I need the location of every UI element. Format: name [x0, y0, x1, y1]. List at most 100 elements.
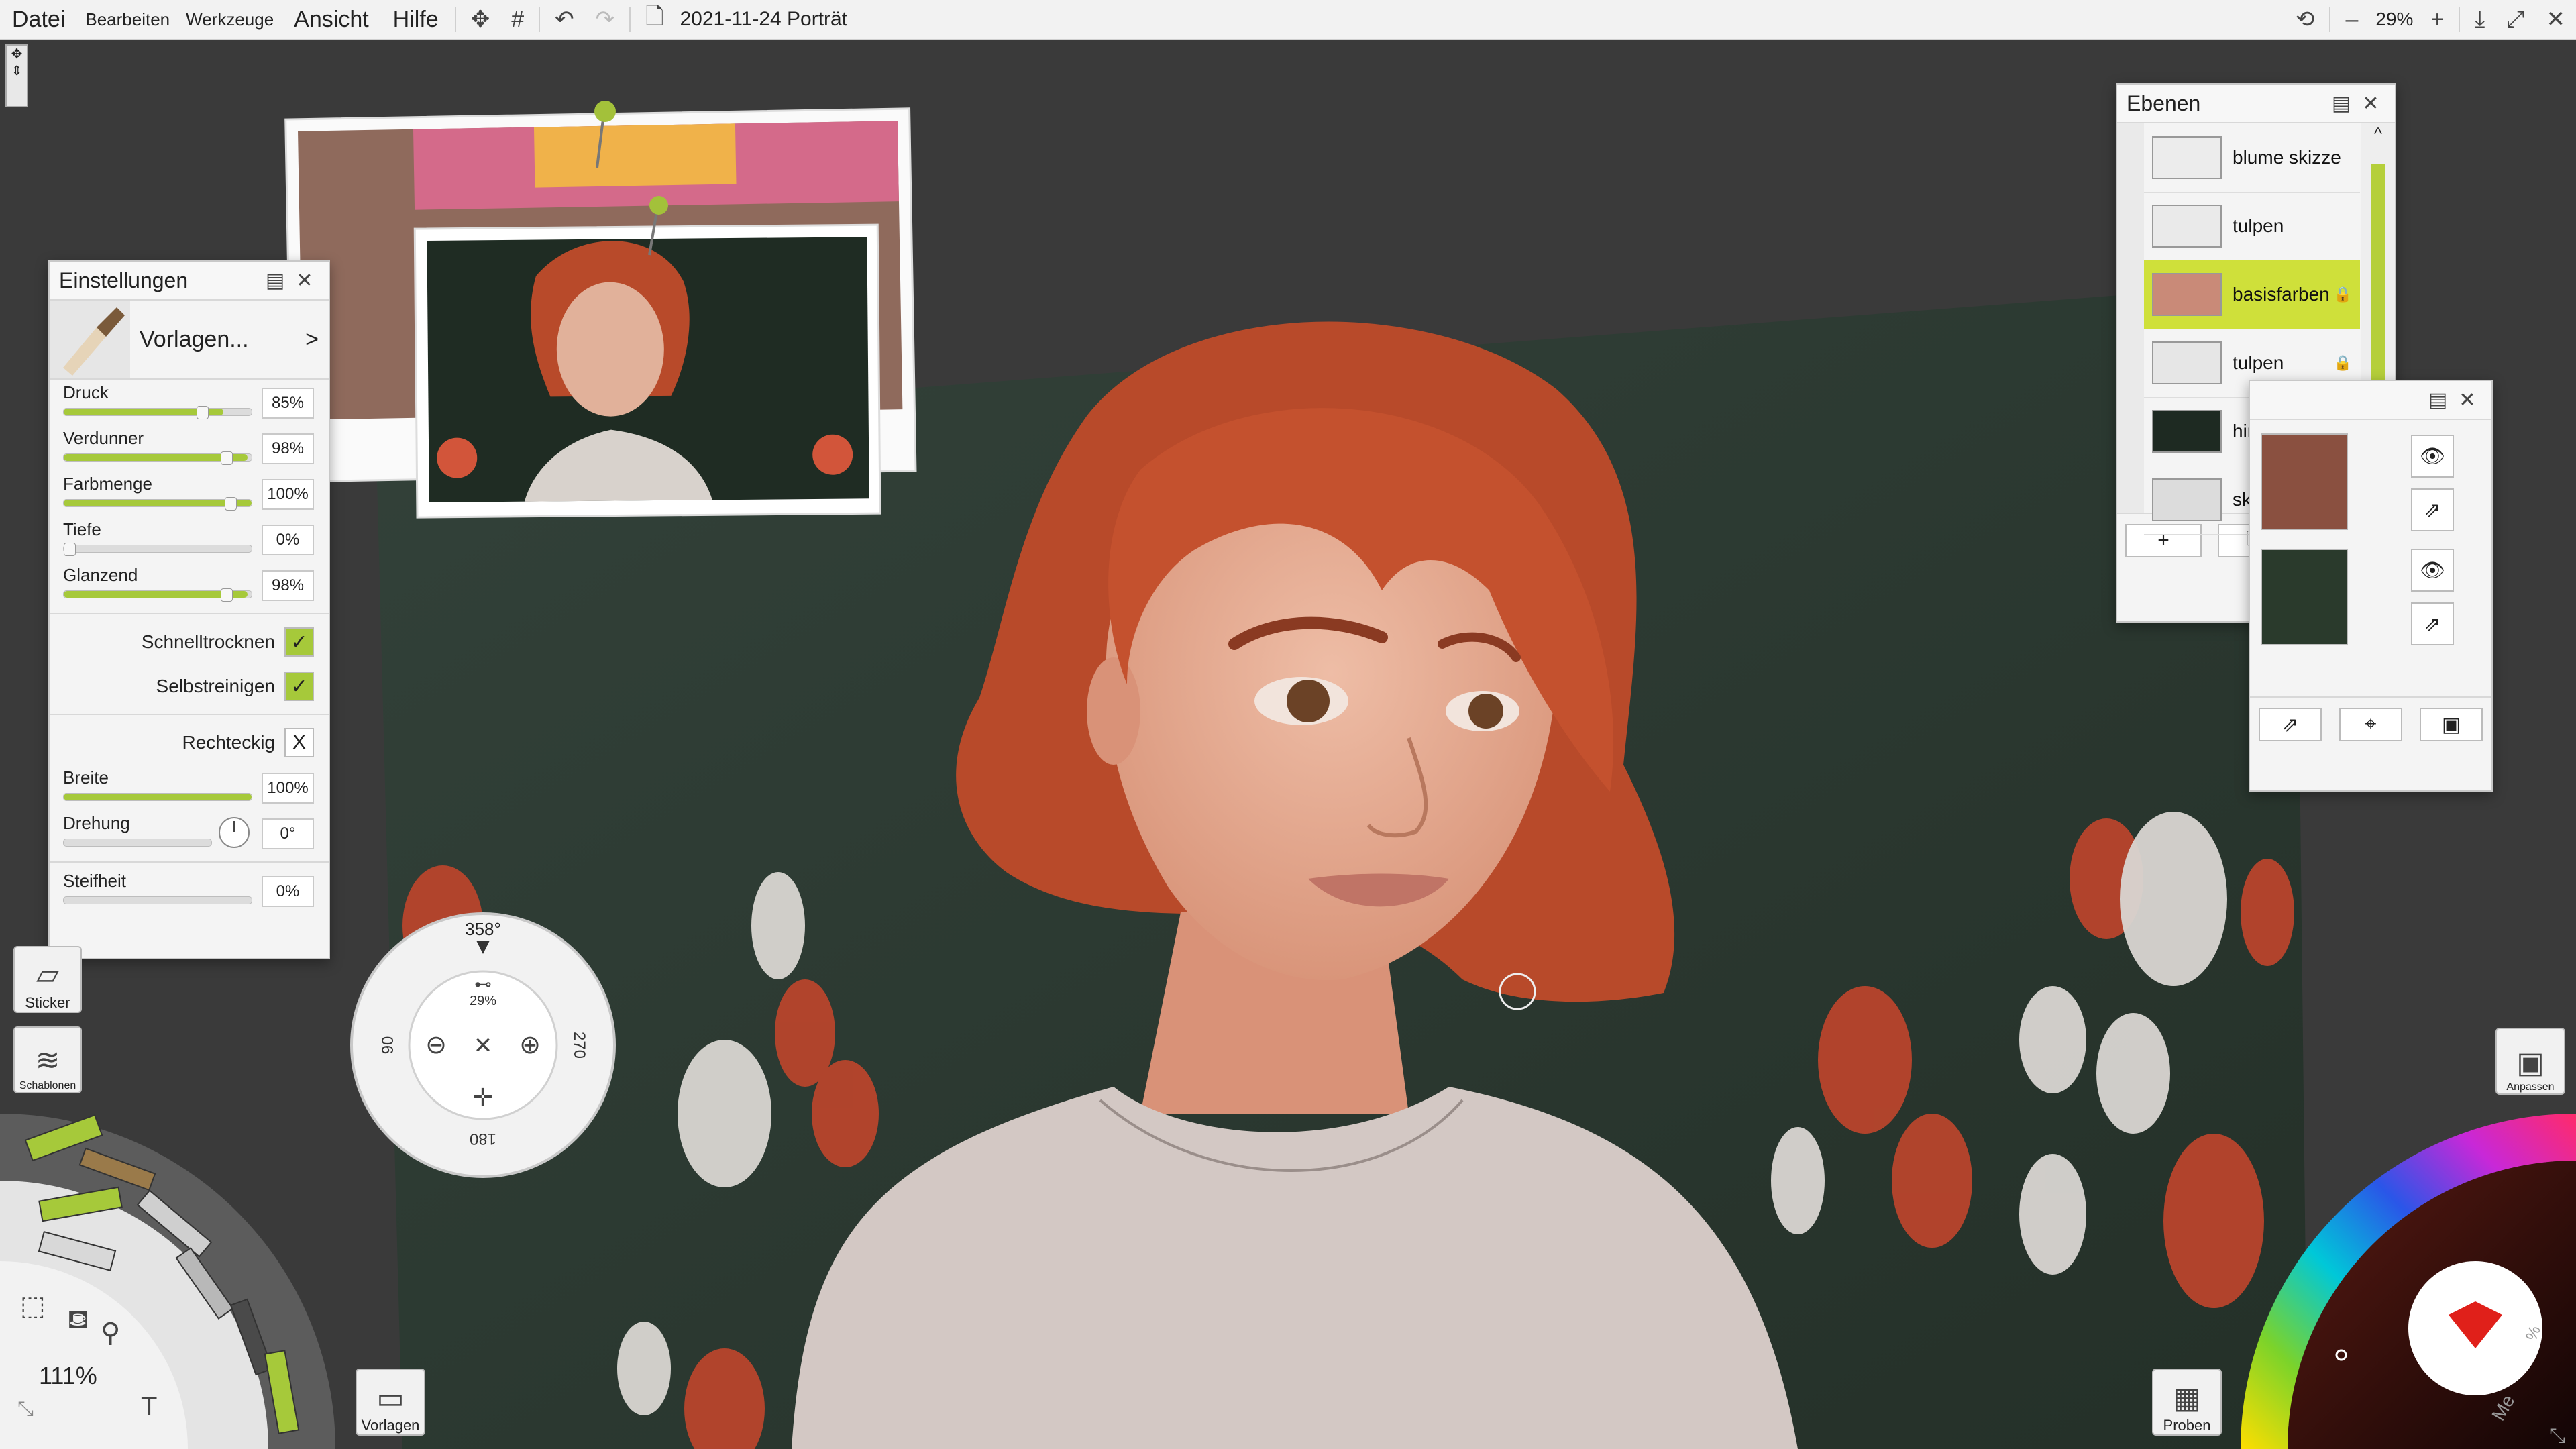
reference-thumbnail[interactable] [2261, 549, 2348, 645]
drehung-value[interactable]: 0° [262, 818, 314, 849]
steifheit-value[interactable]: 0% [262, 876, 314, 907]
anpassen-button[interactable]: ▣ Anpassen [2496, 1028, 2565, 1095]
drehung-slider[interactable]: Drehung 0° [50, 810, 329, 856]
settings-header[interactable]: Einstellungen ▤ ✕ [50, 262, 329, 301]
reference-photos[interactable] [282, 80, 926, 537]
layer-row[interactable]: tulpen [2144, 192, 2360, 261]
slider-knob[interactable] [221, 588, 233, 602]
slider-value[interactable]: 85% [262, 388, 314, 419]
slider-value[interactable]: 98% [262, 433, 314, 464]
slider-value[interactable]: 98% [262, 570, 314, 601]
preset-label[interactable]: Vorlagen... [130, 327, 295, 353]
undo-icon[interactable]: ↶ [544, 6, 585, 33]
menu-ansicht[interactable]: Ansicht [282, 7, 381, 33]
scroll-up-icon[interactable]: ^ [2361, 123, 2395, 144]
pan-icon[interactable]: ✛ [473, 1083, 493, 1111]
tool-wheel[interactable]: ⬚ ⛾ ⚲ T ⤡ [0, 1100, 349, 1449]
menu-datei[interactable]: Datei [0, 7, 77, 33]
slider-track[interactable] [63, 406, 252, 419]
color-wheel[interactable]: Me % ⤡ [2214, 1087, 2576, 1449]
redo-icon[interactable]: ↷ [585, 6, 626, 33]
download-icon[interactable]: ⤓ [2464, 7, 2496, 33]
slider-icon[interactable]: ⇕ [7, 62, 27, 79]
rotation-dial-icon[interactable] [219, 817, 250, 848]
slider-druck[interactable]: Druck 85% [50, 380, 329, 425]
slider-knob[interactable] [64, 543, 76, 556]
selbstreinigen-row[interactable]: Selbstreinigen ✓ [50, 664, 329, 708]
lock-icon[interactable]: 🔒 [2334, 286, 2352, 303]
grid-icon[interactable]: # [500, 7, 535, 33]
reference-header[interactable]: ▤ ✕ [2250, 381, 2491, 420]
sticker-button[interactable]: ▱ Sticker [13, 946, 82, 1013]
close-icon[interactable]: ✕ [2536, 6, 2576, 33]
slider-value[interactable]: 100% [262, 479, 314, 510]
reset-icon[interactable]: ✕ [474, 1033, 493, 1059]
move-icon[interactable]: ✥ [460, 6, 501, 33]
text-tool-icon[interactable]: T [141, 1392, 157, 1421]
preset-row[interactable]: Vorlagen... > [50, 301, 329, 380]
slider-track[interactable] [63, 588, 252, 602]
menu-icon[interactable]: ▤ [2423, 388, 2453, 412]
menu-werkzeuge[interactable]: Werkzeuge [178, 9, 282, 30]
export-icon[interactable]: ⇗ [2411, 602, 2454, 645]
eye-icon[interactable]: 👁 [2411, 435, 2454, 478]
slider-tiefe[interactable]: Tiefe 0% [50, 517, 329, 562]
breite-slider[interactable]: Breite 100% [50, 765, 329, 810]
pin-icon[interactable]: ⌖ [2339, 708, 2402, 741]
breite-value[interactable]: 100% [262, 773, 314, 804]
tool-wheel-zoom[interactable]: 111% [39, 1362, 97, 1390]
drehung-track[interactable] [63, 839, 212, 847]
slider-verdunner[interactable]: Verdunner 98% [50, 425, 329, 471]
reference-thumbnail[interactable] [2261, 433, 2348, 530]
rechteckig-checkbox[interactable]: X [284, 728, 314, 757]
eye-icon[interactable]: 👁 [2411, 549, 2454, 592]
schnelltrocknen-checkbox[interactable]: ✓ [284, 627, 314, 657]
zoom-fit-icon[interactable]: ⊷ [474, 974, 492, 994]
selection-icon[interactable]: ⬚ [20, 1291, 46, 1321]
slider-track[interactable] [63, 543, 252, 556]
document-title[interactable]: 2021-11-24 Porträt [680, 8, 847, 31]
layer-row[interactable]: basisfarben 🔒 [2144, 260, 2360, 329]
slider-knob[interactable] [197, 406, 209, 419]
breite-track[interactable] [63, 793, 252, 801]
zoom-out-button[interactable]: – [2334, 7, 2369, 33]
zoom-in-button[interactable]: + [2420, 7, 2455, 33]
import-icon[interactable]: ⇗ [2259, 708, 2322, 741]
close-icon[interactable]: ✕ [290, 269, 319, 292]
fill-icon[interactable]: ⛾ [67, 1305, 89, 1334]
preset-arrow[interactable]: > [295, 327, 329, 353]
slider-value[interactable]: 0% [262, 525, 314, 555]
frame-icon[interactable]: ▣ [2420, 708, 2483, 741]
steifheit-track[interactable] [63, 896, 252, 904]
layer-row[interactable]: blume skizze [2144, 123, 2360, 193]
slider-farbmenge[interactable]: Farbmenge 100% [50, 471, 329, 517]
resize-icon[interactable]: ⤡ [2549, 1425, 2565, 1447]
fullscreen-icon[interactable]: ⤢ [2496, 7, 2535, 33]
mini-toolbar[interactable]: ✥ ⇕ [5, 44, 28, 107]
vorlagen-button[interactable]: ▭ Vorlagen [356, 1368, 425, 1436]
pin-icon[interactable]: ✥ [7, 46, 27, 62]
rotation-zoom-puck[interactable]: 358° 270 90 180 29% ⊖ ⊕ ✕ ✛ ⊷ [349, 911, 617, 1179]
menu-icon[interactable]: ▤ [260, 269, 290, 292]
selbstreinigen-checkbox[interactable]: ✓ [284, 672, 314, 701]
slider-knob[interactable] [225, 497, 237, 511]
slider-track[interactable] [63, 451, 252, 465]
steifheit-slider[interactable]: Steifheit 0% [50, 868, 329, 914]
menu-icon[interactable]: ▤ [2326, 92, 2356, 115]
zoom-readout[interactable]: 29% [2369, 9, 2420, 30]
menu-bearbeiten[interactable]: Bearbeiten [77, 9, 178, 30]
layers-header[interactable]: Ebenen ▤ ✕ [2117, 85, 2395, 123]
slider-track[interactable] [63, 497, 252, 511]
schablonen-button[interactable]: ≋ Schablonen [13, 1026, 82, 1093]
eyedropper-icon[interactable]: ⚲ [101, 1318, 120, 1348]
close-icon[interactable]: ✕ [2356, 92, 2385, 115]
schnelltrocknen-row[interactable]: Schnelltrocknen ✓ [50, 620, 329, 664]
zoom-out-icon[interactable]: ⊖ [425, 1031, 447, 1059]
lock-icon[interactable]: 🔒 [2334, 354, 2352, 372]
zoom-in-icon[interactable]: ⊕ [519, 1031, 541, 1059]
export-icon[interactable]: ⇗ [2411, 488, 2454, 531]
slider-glanzend[interactable]: Glanzend 98% [50, 562, 329, 608]
resize-icon[interactable]: ⤡ [17, 1398, 34, 1420]
menu-hilfe[interactable]: Hilfe [381, 7, 451, 33]
close-icon[interactable]: ✕ [2453, 388, 2482, 412]
